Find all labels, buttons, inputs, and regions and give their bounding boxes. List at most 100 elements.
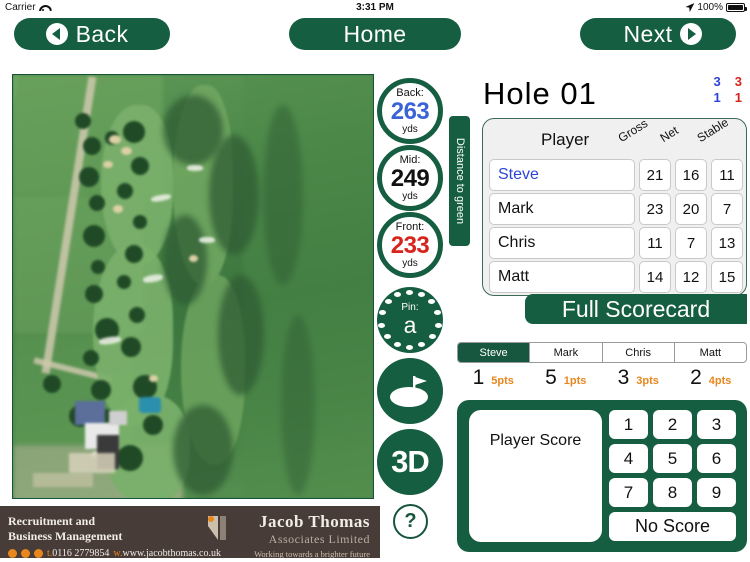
par-red-top: 3 (734, 74, 742, 89)
scorecard-gross: 23 (639, 193, 671, 225)
scorecard-net: 16 (675, 159, 707, 191)
hole-aerial-map[interactable] (12, 74, 374, 499)
home-button[interactable]: Home (289, 18, 461, 50)
key-5[interactable]: 5 (653, 444, 692, 473)
points-value: 1pts (563, 375, 587, 387)
advert-website: w.www.jacobthomas.co.uk (113, 548, 221, 558)
scorecard-header-gross: Gross (615, 116, 651, 145)
linkedin-icon[interactable] (34, 549, 43, 558)
status-bar: Carrier 3:31 PM 100% (0, 0, 750, 16)
full-scorecard-label: Full Scorecard (561, 295, 711, 322)
tab-player-mark[interactable]: Mark (530, 343, 603, 362)
battery-full-icon (726, 3, 747, 12)
distance-mid-units: yds (402, 190, 418, 202)
distance-back-label: Back: (396, 86, 424, 99)
key-7[interactable]: 7 (609, 478, 648, 507)
next-button-label: Next (623, 20, 673, 47)
advert-brand-block: Jacob Thomas Associates Limited Working … (254, 512, 370, 558)
help-button[interactable]: ? (393, 504, 428, 539)
key-3[interactable]: 3 (697, 410, 736, 439)
distance-back-units: yds (402, 123, 418, 135)
scorecard-header-stable: Stable (694, 115, 731, 145)
table-row[interactable]: Steve 21 16 11 (489, 159, 743, 191)
green-flag-icon (390, 376, 428, 407)
pin-position-button[interactable]: Pin: a (377, 287, 443, 353)
distance-to-green-text: Distance to green (453, 137, 466, 225)
key-4[interactable]: 4 (609, 444, 648, 473)
keypad-row: 1 2 3 (609, 410, 736, 439)
scorecard-panel: Player Gross Net Stable Steve 21 16 11 M… (482, 115, 747, 296)
distance-mid[interactable]: Mid: 249 yds (377, 145, 443, 211)
full-scorecard-button[interactable]: Full Scorecard (525, 294, 747, 324)
distance-mid-label: Mid: (399, 153, 421, 166)
three-d-label: 3D (391, 444, 430, 479)
scorecard-stable: 11 (711, 159, 743, 191)
scorecard-player-name[interactable]: Chris (489, 227, 635, 259)
strokes-value: 2 (690, 366, 702, 389)
scorecard-header-player: Player (541, 130, 590, 149)
battery-percent-label: 100% (697, 2, 723, 13)
distance-to-green-label: Distance to green (449, 116, 470, 246)
player-tab-bar: Steve Mark Chris Matt (457, 342, 747, 363)
no-score-button[interactable]: No Score (609, 512, 736, 541)
distance-back[interactable]: Back: 263 yds (377, 78, 443, 144)
distance-back-value: 263 (390, 97, 430, 125)
table-row[interactable]: Chris 11 7 13 (489, 227, 743, 259)
advert-phone-number: 0116 2779854 (52, 548, 110, 558)
back-button[interactable]: Back (14, 18, 170, 50)
green-view-button[interactable] (377, 358, 443, 424)
scorecard-player-name[interactable]: Mark (489, 193, 635, 225)
key-6[interactable]: 6 (697, 444, 736, 473)
advert-web-prefix: w. (113, 548, 123, 558)
chevron-right-circle-icon (680, 23, 703, 45)
advert-brand-name: Jacob Thomas (258, 512, 370, 531)
tab-player-steve[interactable]: Steve (458, 343, 531, 362)
par-blue-column: 3 1 (714, 74, 721, 107)
next-button[interactable]: Next (580, 18, 736, 50)
three-d-view-button[interactable]: 3D (377, 429, 443, 495)
back-button-label: Back (75, 20, 129, 47)
scorecard-header: Player Gross Net Stable (483, 115, 746, 159)
tab-player-chris[interactable]: Chris (603, 343, 675, 362)
score-entry-panel: Player Score 1 2 3 4 5 6 7 8 9 No Score (457, 400, 747, 552)
player-score-chris: 3 3pts (602, 366, 675, 392)
advert-brand-subtitle: Associates Limited (268, 532, 370, 546)
scorecard-gross: 21 (639, 159, 671, 191)
scorecard-gross: 11 (639, 227, 671, 259)
player-score-matt: 2 4pts (675, 366, 748, 392)
status-bar-time: 3:31 PM (356, 2, 394, 13)
aerial-photo (13, 75, 373, 498)
table-row[interactable]: Matt 14 12 15 (489, 261, 743, 293)
scorecard-net: 12 (675, 261, 707, 293)
key-9[interactable]: 9 (697, 478, 736, 507)
advert-line-2: Business Management (8, 529, 123, 543)
par-red-column: 3 1 (735, 74, 742, 107)
advertisement-banner[interactable]: Recruitment and Business Management t.01… (0, 506, 380, 558)
page-title: Hole 01 (483, 76, 597, 111)
player-points-row: 1 5pts 5 1pts 3 3pts 2 4pts (457, 366, 747, 392)
player-score-display-label: Player Score (489, 432, 582, 449)
twitter-icon[interactable] (21, 549, 30, 558)
key-1[interactable]: 1 (609, 410, 648, 439)
facebook-icon[interactable] (8, 549, 17, 558)
scorecard-player-name[interactable]: Steve (489, 159, 635, 191)
points-value: 3pts (636, 375, 659, 387)
distance-front-value: 233 (390, 231, 430, 259)
player-score-display[interactable]: Player Score (469, 410, 602, 542)
advert-web-url: www.jacobthomas.co.uk (122, 548, 222, 558)
advert-contact-row: t.0116 2779854 w.www.jacobthomas.co.uk (8, 548, 221, 558)
strokes-value: 3 (617, 366, 630, 389)
table-row[interactable]: Mark 23 20 7 (489, 193, 743, 225)
key-8[interactable]: 8 (653, 478, 692, 507)
scorecard-net: 7 (675, 227, 707, 259)
pin-position-value: a (403, 312, 417, 338)
tab-player-matt[interactable]: Matt (675, 343, 746, 362)
strokes-value: 1 (472, 366, 485, 389)
key-2[interactable]: 2 (653, 410, 692, 439)
distance-mid-value: 249 (390, 164, 430, 192)
distance-front[interactable]: Front: 233 yds (377, 212, 443, 278)
advert-text-block: Recruitment and Business Management t.01… (8, 514, 221, 558)
advert-tagline: Working towards a brighter future (254, 549, 370, 558)
par-blue-top: 3 (713, 74, 721, 89)
scorecard-player-name[interactable]: Matt (489, 261, 635, 293)
